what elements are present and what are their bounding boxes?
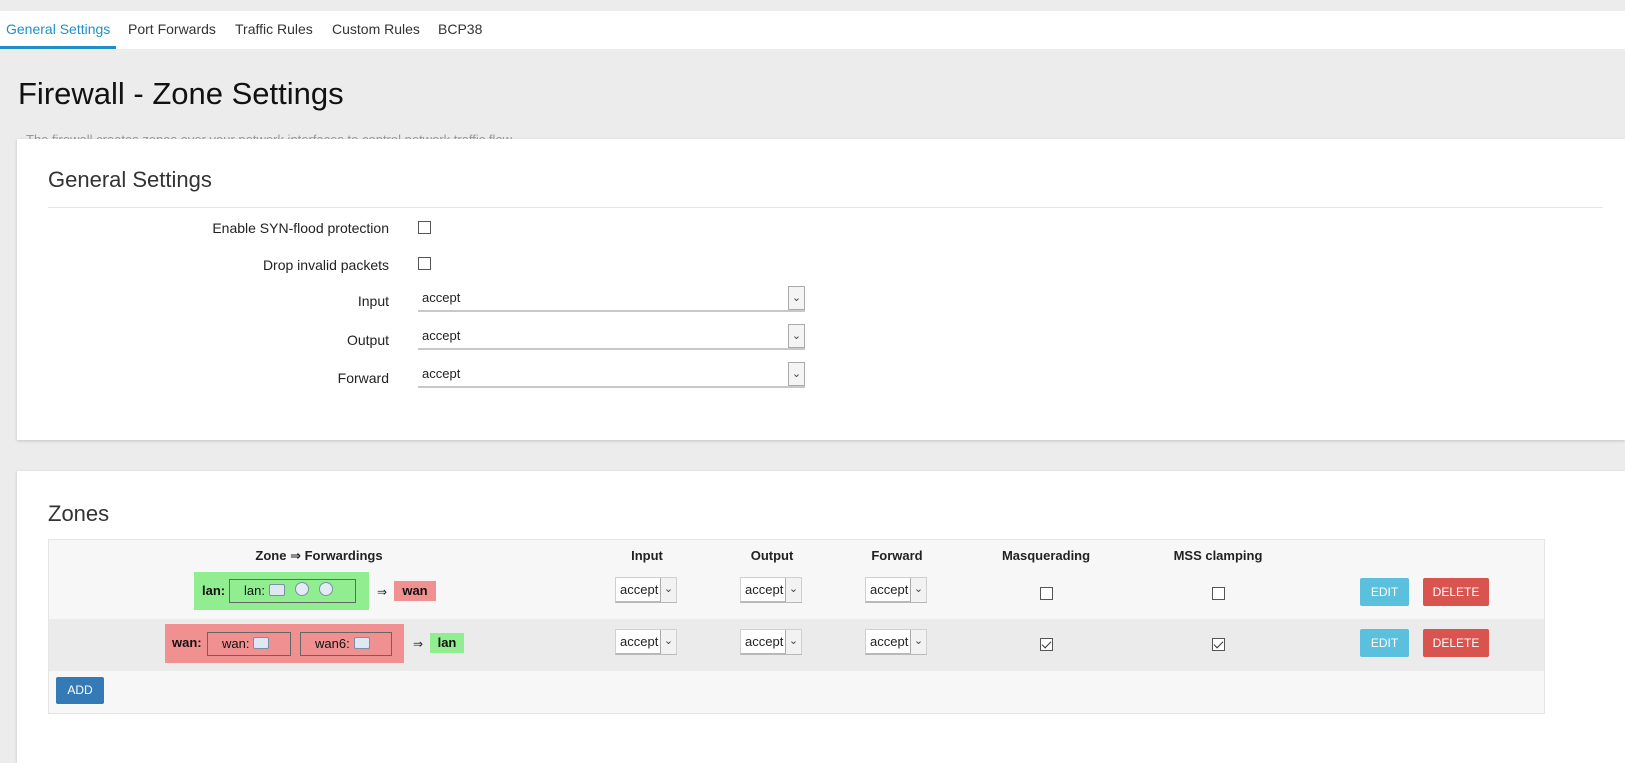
forward-dest-wan: wan bbox=[394, 581, 436, 601]
forward-arrow: ⇒ bbox=[413, 637, 424, 651]
zones-title: Zones bbox=[48, 501, 110, 526]
chevron-down-icon: ⌄ bbox=[788, 286, 805, 310]
zone-wan-chip: wan: wan: wan6: bbox=[165, 624, 404, 663]
zone-name: lan: bbox=[202, 583, 226, 598]
chevron-down-icon: ⌄ bbox=[910, 630, 926, 654]
interface-label: lan: bbox=[244, 583, 265, 598]
forward-arrow: ⇒ bbox=[377, 585, 388, 599]
zone-output-select[interactable]: accept ⌄ bbox=[740, 629, 802, 655]
zone-output-select[interactable]: accept ⌄ bbox=[740, 577, 802, 603]
header-forward: Forward bbox=[871, 548, 923, 563]
add-zone-button[interactable]: ADD bbox=[56, 677, 104, 704]
wireless-icon bbox=[294, 582, 309, 596]
masquerading-checkbox[interactable] bbox=[1040, 638, 1053, 651]
syn-flood-checkbox[interactable] bbox=[418, 221, 431, 234]
interface-lan: lan: bbox=[229, 579, 356, 603]
output-policy-select[interactable]: accept ⌄ bbox=[418, 324, 805, 350]
tab-port-forwards[interactable]: Port Forwards bbox=[128, 11, 216, 49]
chevron-down-icon: ⌄ bbox=[910, 578, 926, 602]
interface-label: wan6: bbox=[315, 636, 350, 651]
masquerading-checkbox[interactable] bbox=[1040, 587, 1053, 600]
chevron-down-icon: ⌄ bbox=[660, 630, 676, 654]
forward-label: Forward bbox=[337, 370, 389, 386]
zone-input-select[interactable]: accept ⌄ bbox=[615, 577, 677, 603]
network-port-icon bbox=[268, 584, 285, 596]
chevron-down-icon: ⌄ bbox=[785, 578, 801, 602]
select-value: accept bbox=[620, 634, 659, 649]
edit-button[interactable]: EDIT bbox=[1360, 629, 1409, 657]
tab-general-settings[interactable]: General Settings bbox=[6, 11, 111, 49]
delete-button[interactable]: DELETE bbox=[1423, 578, 1489, 606]
select-value: accept bbox=[620, 582, 659, 597]
forward-policy-value: accept bbox=[422, 366, 461, 381]
select-value: accept bbox=[745, 582, 784, 597]
output-policy-value: accept bbox=[422, 328, 461, 343]
interface-label: wan: bbox=[222, 636, 250, 651]
header-input: Input bbox=[631, 548, 663, 563]
select-value: accept bbox=[870, 634, 909, 649]
zone-input-select[interactable]: accept ⌄ bbox=[615, 629, 677, 655]
mss-clamping-checkbox[interactable] bbox=[1212, 587, 1225, 600]
divider bbox=[48, 207, 1603, 208]
network-port-icon bbox=[253, 637, 270, 649]
header-mss-clamping: MSS clamping bbox=[1173, 548, 1263, 563]
forward-policy-select[interactable]: accept ⌄ bbox=[418, 362, 805, 388]
active-tab-indicator bbox=[0, 46, 116, 49]
header-zone-forwardings: Zone ⇒ Forwardings bbox=[255, 548, 383, 563]
input-policy-value: accept bbox=[422, 290, 461, 305]
general-settings-title: General Settings bbox=[48, 167, 212, 192]
zone-forward-select[interactable]: accept ⌄ bbox=[865, 577, 927, 603]
interface-wan6: wan6: bbox=[300, 632, 392, 656]
forward-dest-lan: lan bbox=[430, 633, 464, 653]
chevron-down-icon: ⌄ bbox=[785, 630, 801, 654]
wireless-icon bbox=[318, 582, 333, 596]
output-label: Output bbox=[346, 332, 389, 348]
select-value: accept bbox=[745, 634, 784, 649]
zone-lan-chip: lan: lan: bbox=[194, 572, 369, 610]
header-masquerading: Masquerading bbox=[1001, 548, 1091, 563]
page-title: Firewall - Zone Settings bbox=[18, 76, 344, 111]
tab-bar: General Settings Port Forwards Traffic R… bbox=[0, 11, 1625, 49]
chevron-down-icon: ⌄ bbox=[660, 578, 676, 602]
tab-custom-rules[interactable]: Custom Rules bbox=[332, 11, 420, 49]
zone-name: wan: bbox=[172, 635, 202, 650]
header-output: Output bbox=[750, 548, 794, 563]
drop-invalid-label: Drop invalid packets bbox=[262, 257, 389, 273]
edit-button[interactable]: EDIT bbox=[1360, 578, 1409, 606]
mss-clamping-checkbox[interactable] bbox=[1212, 638, 1225, 651]
interface-wan: wan: bbox=[207, 632, 291, 656]
input-label: Input bbox=[357, 293, 389, 309]
general-settings-panel: General Settings Enable SYN-flood protec… bbox=[17, 139, 1625, 440]
network-port-icon bbox=[353, 637, 370, 649]
zones-panel: Zones Zone ⇒ Forwardings Input Output Fo… bbox=[17, 471, 1625, 763]
chevron-down-icon: ⌄ bbox=[788, 324, 805, 348]
chevron-down-icon: ⌄ bbox=[788, 362, 805, 386]
zones-table: Zone ⇒ Forwardings Input Output Forward … bbox=[48, 539, 1545, 714]
zone-forward-select[interactable]: accept ⌄ bbox=[865, 629, 927, 655]
select-value: accept bbox=[870, 582, 909, 597]
input-policy-select[interactable]: accept ⌄ bbox=[418, 286, 805, 312]
tab-traffic-rules[interactable]: Traffic Rules bbox=[235, 11, 313, 49]
syn-flood-label: Enable SYN-flood protection bbox=[212, 220, 389, 236]
drop-invalid-checkbox[interactable] bbox=[418, 257, 431, 270]
tab-bcp38[interactable]: BCP38 bbox=[438, 11, 482, 49]
delete-button[interactable]: DELETE bbox=[1423, 629, 1489, 657]
